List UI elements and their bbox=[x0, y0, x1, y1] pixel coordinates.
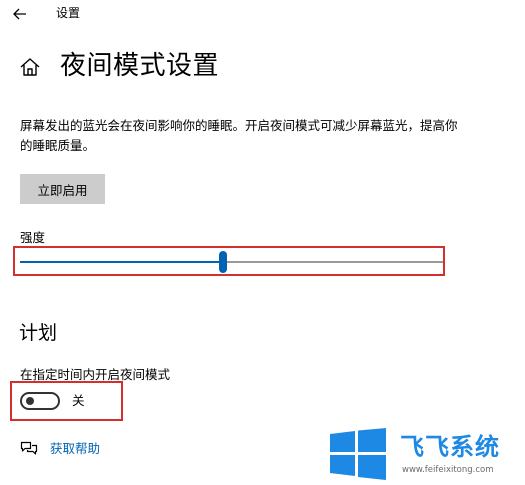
back-arrow-icon bbox=[13, 8, 26, 20]
watermark-text: 飞飞系统 bbox=[400, 433, 500, 461]
turn-on-now-button[interactable]: 立即启用 bbox=[20, 174, 105, 204]
chat-bubbles-icon bbox=[20, 440, 38, 458]
strength-slider[interactable] bbox=[20, 250, 443, 274]
strength-label: 强度 bbox=[20, 230, 46, 245]
schedule-heading: 计划 bbox=[19, 322, 58, 344]
get-help-link[interactable]: 获取帮助 bbox=[50, 440, 100, 458]
toggle-state-text: 关 bbox=[72, 393, 85, 408]
home-icon[interactable] bbox=[18, 55, 42, 79]
toggle-knob bbox=[26, 397, 34, 405]
slider-thumb[interactable] bbox=[219, 251, 227, 273]
window-title: 设置 bbox=[56, 6, 81, 20]
night-light-description: 屏幕发出的蓝光会在夜间影响你的睡眠。开启夜间模式可减少屏幕蓝光，提高你的睡眠质量… bbox=[20, 118, 458, 153]
watermark-url: www.feifeixitong.com bbox=[402, 465, 494, 475]
schedule-toggle-switch[interactable] bbox=[20, 392, 60, 410]
windows-logo-icon bbox=[328, 428, 388, 480]
watermark: 飞飞系统 www.feifeixitong.com bbox=[328, 428, 523, 484]
slider-track-remaining bbox=[223, 261, 443, 263]
back-button[interactable] bbox=[8, 2, 32, 26]
page-title: 夜间模式设置 bbox=[60, 51, 220, 81]
slider-track-filled bbox=[20, 261, 223, 263]
